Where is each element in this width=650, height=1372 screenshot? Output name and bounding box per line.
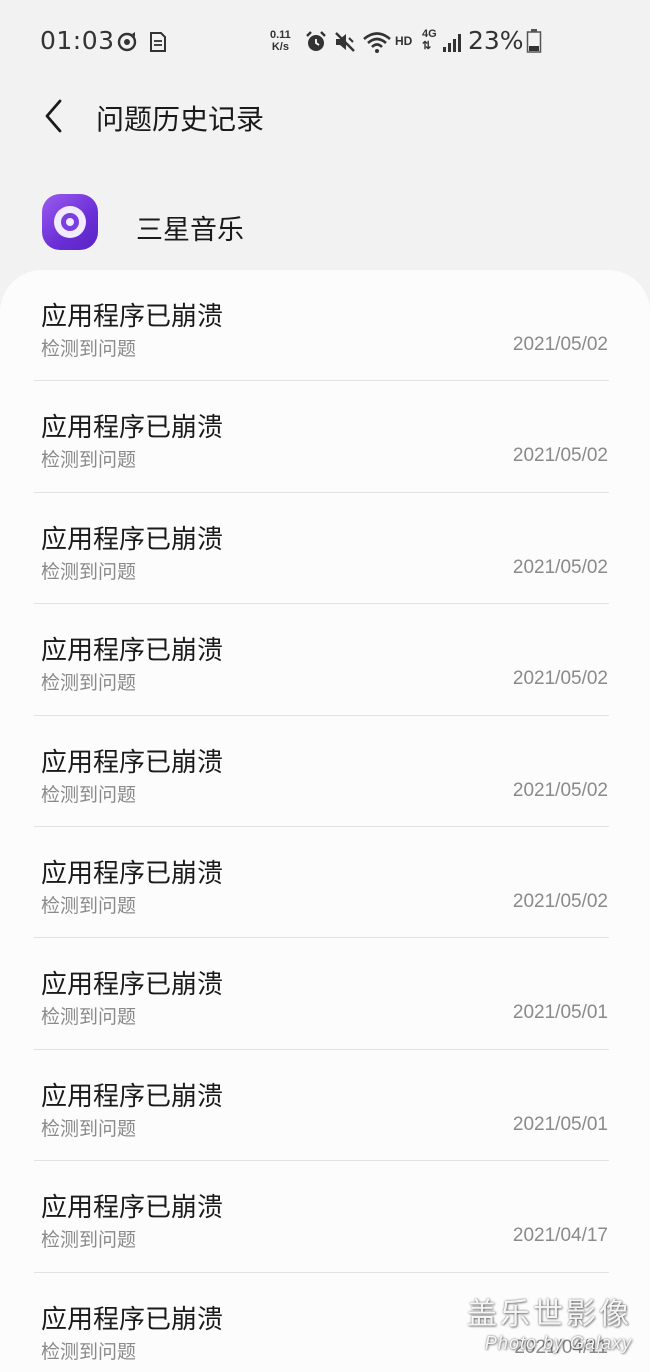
item-title: 应用程序已崩溃 (41, 1304, 224, 1335)
header: 问题历史记录 (0, 84, 650, 154)
item-date: 2021/05/01 (512, 1002, 608, 1024)
item-title: 应用程序已崩溃 (41, 1081, 224, 1112)
item-date: 2021/05/02 (512, 556, 608, 578)
item-title: 应用程序已崩溃 (41, 413, 224, 444)
network-speed: 0.11 K/s (270, 29, 291, 53)
list-item[interactable]: 应用程序已崩溃 检测到问题 2021/05/02 (0, 604, 650, 716)
page-title: 问题历史记录 (96, 103, 265, 136)
item-title: 应用程序已崩溃 (41, 858, 224, 889)
status-bar: 01:03 0.11 K/s HD 4G ⇅ 23% (0, 0, 650, 84)
signal-icon (442, 30, 464, 54)
list-item[interactable]: 应用程序已崩溃 检测到问题 2021/05/02 (0, 827, 650, 939)
item-subtitle: 检测到问题 (41, 783, 137, 806)
app-name: 三星音乐 (136, 215, 244, 246)
list-item[interactable]: 应用程序已崩溃 检测到问题 2021/05/02 (0, 381, 650, 493)
hd-label: HD (395, 34, 413, 48)
list-item[interactable]: 应用程序已崩溃 检测到问题 2021/04/17 (0, 1161, 650, 1273)
item-title: 应用程序已崩溃 (41, 636, 224, 667)
item-date: 2021/05/02 (512, 668, 608, 690)
item-date: 2021/05/02 (512, 445, 608, 467)
list-item[interactable]: 应用程序已崩溃 检测到问题 2021/05/01 (0, 938, 650, 1050)
item-title: 应用程序已崩溃 (41, 1193, 224, 1224)
samsung-music-icon (42, 194, 98, 250)
list-item[interactable]: 应用程序已崩溃 检测到问题 2021/04/11 (0, 1273, 650, 1372)
network-type: 4G ⇅ (422, 28, 437, 52)
item-date: 2021/05/02 (512, 334, 608, 355)
item-subtitle: 检测到问题 (41, 894, 137, 917)
alarm-icon (303, 30, 329, 54)
item-subtitle: 检测到问题 (41, 449, 137, 472)
mute-icon (333, 30, 357, 54)
battery-icon (526, 28, 542, 53)
item-subtitle: 检测到问题 (41, 1229, 137, 1252)
list-item[interactable]: 应用程序已崩溃 检测到问题 2021/05/02 (0, 270, 650, 382)
list-item[interactable]: 应用程序已崩溃 检测到问题 2021/05/02 (0, 716, 650, 827)
battery-percent: 23% (468, 26, 524, 55)
data-arrows-icon: ⇅ (422, 40, 432, 52)
item-subtitle: 检测到问题 (41, 1117, 137, 1140)
item-date: 2021/05/01 (512, 1113, 608, 1135)
sync-icon (116, 30, 138, 54)
item-date: 2021/05/02 (512, 779, 608, 801)
list-item[interactable]: 应用程序已崩溃 检测到问题 2021/05/01 (0, 1050, 650, 1162)
network-type-label: 4G (422, 28, 437, 40)
back-button[interactable] (32, 94, 76, 138)
item-title: 应用程序已崩溃 (41, 747, 224, 778)
network-speed-unit: K/s (271, 41, 289, 53)
item-date: 2021/05/02 (512, 890, 608, 912)
back-arrow-icon (45, 99, 62, 133)
item-subtitle: 检测到问题 (41, 338, 137, 360)
item-title: 应用程序已崩溃 (41, 970, 224, 1001)
document-icon (148, 30, 168, 54)
app-header: 三星音乐 (0, 186, 650, 260)
item-date: 2021/04/17 (512, 1225, 608, 1247)
item-subtitle: 检测到问题 (41, 1006, 137, 1029)
item-title: 应用程序已崩溃 (41, 302, 224, 332)
item-subtitle: 检测到问题 (41, 1340, 137, 1363)
item-subtitle: 检测到问题 (41, 560, 137, 583)
item-subtitle: 检测到问题 (41, 672, 137, 695)
item-date: 2021/04/11 (514, 1336, 608, 1358)
item-title: 应用程序已崩溃 (41, 524, 224, 555)
network-speed-value: 0.11 (270, 29, 291, 41)
list-item[interactable]: 应用程序已崩溃 检测到问题 2021/05/02 (0, 493, 650, 605)
status-time: 01:03 (40, 26, 115, 55)
problem-history-list: 应用程序已崩溃 检测到问题 2021/05/02 应用程序已崩溃 检测到问题 2… (0, 270, 650, 1372)
wifi-icon (362, 30, 392, 54)
